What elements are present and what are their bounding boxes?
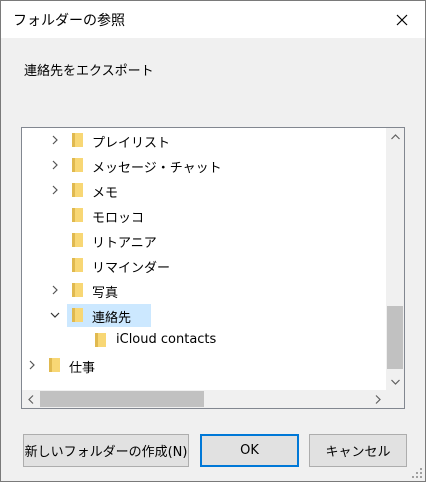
tree-item-notes[interactable]: メモ	[22, 178, 386, 203]
instruction-text: 連絡先をエクスポート	[24, 64, 154, 79]
ok-button[interactable]: OK	[200, 434, 299, 467]
vertical-scrollbar[interactable]	[386, 128, 404, 391]
tree-item-photos[interactable]: 写真	[22, 278, 386, 303]
cancel-button[interactable]: キャンセル	[309, 434, 407, 467]
folder-tree-rows: プレイリスト メッセージ・チャット メモ モロッコ リトアニア リマインダー 写…	[22, 128, 386, 390]
chevron-down-icon	[390, 379, 400, 385]
folder-icon	[72, 208, 83, 222]
tree-item-label: 写真	[92, 286, 119, 301]
scroll-right-button[interactable]	[369, 390, 386, 408]
scroll-up-button[interactable]	[386, 128, 404, 145]
tree-item-icloud-contacts[interactable]: iCloud contacts	[22, 328, 386, 353]
chevron-right-icon[interactable]	[49, 184, 61, 196]
tree-item-label: モロッコ	[92, 211, 145, 226]
folder-icon	[72, 233, 83, 247]
folder-icon	[72, 308, 83, 322]
folder-icon	[72, 183, 83, 197]
folder-icon	[72, 133, 83, 147]
tree-item-label: メッセージ・チャット	[92, 161, 222, 176]
folder-icon	[95, 333, 106, 347]
folder-tree[interactable]: プレイリスト メッセージ・チャット メモ モロッコ リトアニア リマインダー 写…	[21, 127, 405, 409]
horizontal-scroll-thumb[interactable]	[40, 391, 204, 407]
chevron-right-icon[interactable]	[26, 359, 38, 371]
tree-item-playlist[interactable]: プレイリスト	[22, 128, 386, 153]
close-button[interactable]	[379, 1, 425, 38]
tree-item-work[interactable]: 仕事	[22, 353, 386, 378]
tree-item-reminders[interactable]: リマインダー	[22, 253, 386, 278]
tree-item-label: iCloud contacts	[116, 332, 217, 347]
folder-icon	[49, 358, 60, 372]
title-bar[interactable]: フォルダーの参照	[1, 1, 425, 38]
folder-icon	[72, 258, 83, 272]
chevron-right-icon[interactable]	[49, 284, 61, 296]
scrollbar-corner	[386, 390, 404, 408]
chevron-up-icon	[390, 133, 400, 139]
tree-item-messages-chat[interactable]: メッセージ・チャット	[22, 153, 386, 178]
tree-item-label: リマインダー	[92, 261, 171, 276]
tree-item-label: リトアニア	[92, 236, 157, 251]
folder-icon	[72, 158, 83, 172]
tree-item-label: プレイリスト	[92, 136, 171, 151]
vertical-scroll-thumb[interactable]	[387, 306, 403, 369]
tree-item-label: メモ	[92, 186, 119, 201]
tree-item-morocco[interactable]: モロッコ	[22, 203, 386, 228]
horizontal-scrollbar[interactable]	[22, 390, 386, 408]
chevron-right-icon[interactable]	[49, 134, 61, 146]
chevron-down-icon[interactable]	[49, 309, 61, 321]
chevron-right-icon[interactable]	[49, 159, 61, 171]
scroll-left-button[interactable]	[22, 390, 39, 408]
scroll-down-button[interactable]	[386, 373, 404, 390]
resize-grip-icon[interactable]	[411, 467, 423, 479]
tree-item-contacts[interactable]: 連絡先	[22, 303, 386, 328]
tree-item-label: 連絡先	[92, 311, 132, 326]
new-folder-button[interactable]: 新しいフォルダーの作成(N)	[23, 434, 189, 467]
close-icon	[396, 14, 408, 25]
window-title: フォルダーの参照	[13, 13, 125, 29]
browse-folder-dialog: フォルダーの参照 連絡先をエクスポート プレイリスト メッセージ・チャット メモ…	[0, 0, 426, 482]
tree-item-label: 仕事	[69, 361, 96, 376]
tree-item-lithuania[interactable]: リトアニア	[22, 228, 386, 253]
chevron-left-icon	[27, 394, 33, 404]
folder-icon	[72, 283, 83, 297]
chevron-right-icon	[375, 394, 381, 404]
